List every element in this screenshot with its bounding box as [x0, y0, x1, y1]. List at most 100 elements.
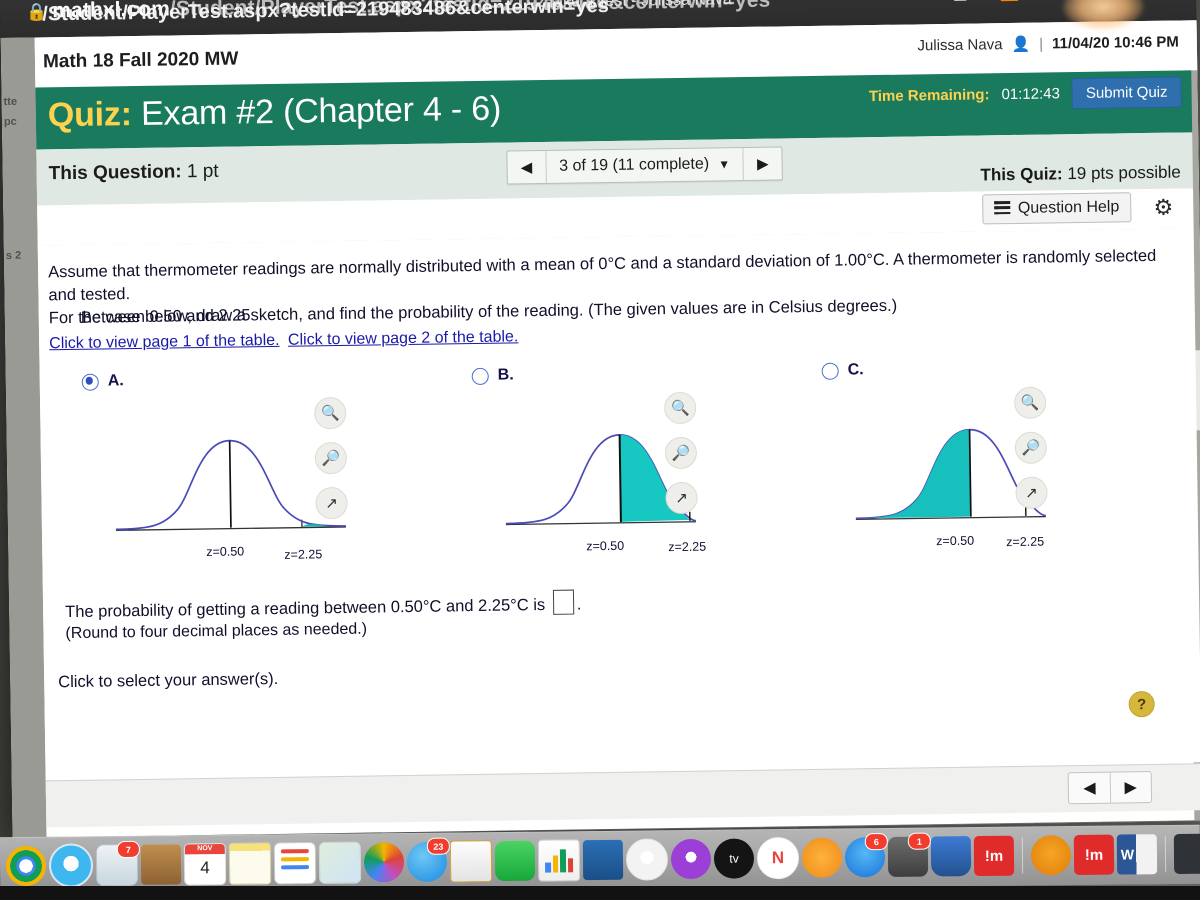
screen-bezel-bottom: [0, 886, 1200, 900]
appstore-icon[interactable]: 6: [844, 832, 888, 878]
photos-icon[interactable]: [363, 842, 405, 883]
mail-badge: 7: [116, 840, 140, 859]
choice-c-label: C.: [847, 361, 864, 379]
facetime-icon[interactable]: [494, 840, 536, 882]
zoom-in-icon[interactable]: 🔍: [314, 396, 347, 430]
messages-badge: 23: [426, 837, 450, 855]
contacts-icon[interactable]: [140, 844, 182, 885]
question-counter-label: 3 of 19 (11 complete): [559, 155, 710, 175]
person-icon: 👤: [1011, 35, 1031, 53]
zoom-in-icon[interactable]: 🔍: [1013, 386, 1047, 419]
answer-choices: A. z=0.50 z=2.25 🔍 🔎 ↗ B. z=0.50 z=2.25 …: [40, 356, 1199, 583]
chrome-icon[interactable]: [5, 845, 47, 887]
numbers-icon[interactable]: [537, 839, 581, 882]
timestamp: 11/04/20 10:46 PM: [1051, 33, 1179, 52]
appletv-icon[interactable]: tv: [713, 838, 755, 879]
appstore-badge: 6: [864, 832, 888, 851]
choice-c-tick-left: z=0.50: [936, 533, 975, 549]
behind-fragment-3: s 2: [5, 249, 22, 262]
quiz-title-prefix: Quiz:: [47, 95, 133, 135]
zoom-out-icon[interactable]: 🔎: [1014, 431, 1048, 464]
messages-icon[interactable]: 23: [406, 837, 450, 883]
question-selector-dropdown[interactable]: 3 of 19 (11 complete) ▼: [544, 147, 744, 183]
normal-curve-c: z=0.50 z=2.25: [844, 384, 1096, 549]
radio-choice-b[interactable]: [471, 367, 489, 385]
next-question-button[interactable]: ▶: [742, 147, 782, 180]
pager-next-button[interactable]: ▶: [1109, 772, 1152, 803]
quiz-points-info: This Quiz: 19 pts possible: [980, 163, 1181, 186]
zoom-out-icon[interactable]: 🔎: [664, 436, 698, 470]
behind-fragment-1: tte: [3, 95, 18, 108]
choice-b-row[interactable]: B.: [471, 362, 832, 385]
list-icon: [993, 201, 1010, 217]
choice-b-tick-right: z=2.25: [668, 539, 707, 555]
music-icon[interactable]: [625, 838, 669, 881]
mymathlab-icon[interactable]: !m: [973, 835, 1015, 877]
quiz-title-text: Exam #2 (Chapter 4 - 6): [140, 89, 502, 133]
choice-a-tick-left: z=0.50: [206, 544, 245, 560]
screenshot-root: FAL AP n Butto Student 🔒 mathxl.com/Stud…: [0, 0, 1200, 900]
choice-a-label: A.: [107, 372, 124, 390]
choice-c-row[interactable]: C.: [821, 357, 1182, 380]
choice-b: B. z=0.50 z=2.25 🔍 🔎 ↗: [471, 362, 832, 554]
quiz-title: Quiz: Exam #2 (Chapter 4 - 6): [48, 90, 502, 136]
view-table-page-2-link[interactable]: Click to view page 2 of the table.: [288, 328, 519, 348]
maps2-icon[interactable]: [1030, 835, 1072, 876]
question-help-button[interactable]: Question Help: [981, 192, 1132, 225]
wifi-icon[interactable]: 📶: [999, 0, 1019, 3]
shield-icon[interactable]: ▦: [953, 0, 968, 4]
pager-prev-button[interactable]: ◀: [1069, 773, 1110, 804]
choice-a-row[interactable]: A.: [81, 367, 442, 391]
word-icon[interactable]: W: [1116, 834, 1158, 875]
radio-choice-c[interactable]: [821, 362, 839, 380]
answer-statement-suffix: .: [576, 595, 582, 614]
gear-icon[interactable]: ⚙: [1153, 195, 1173, 221]
answer-statement: The probability of getting a reading bet…: [65, 589, 582, 622]
popout-icon[interactable]: ↗: [315, 486, 348, 520]
launchpad-icon[interactable]: [1173, 833, 1200, 874]
browser-page: tte pc s 2 C secu /Student/PlayerTest.as…: [0, 0, 1200, 838]
answer-input[interactable]: [552, 589, 574, 615]
this-question-label: This Question:: [48, 161, 182, 185]
quiz-points-value: 19 pts possible: [1067, 162, 1181, 184]
choice-b-tick-left: z=0.50: [586, 538, 625, 554]
this-question-value: 1 pt: [186, 160, 219, 183]
choice-a: A. z=0.50 z=2.25 🔍 🔎 ↗: [81, 367, 442, 562]
course-title: Math 18 Fall 2020 MW: [42, 48, 239, 73]
time-remaining-value: 01:12:43: [1001, 85, 1061, 104]
reminders-icon[interactable]: [273, 841, 317, 885]
keynote-icon[interactable]: [582, 839, 624, 881]
mail-icon[interactable]: 7: [95, 840, 140, 887]
zoom-in-icon[interactable]: 🔍: [663, 391, 697, 425]
submit-quiz-button[interactable]: Submit Quiz: [1071, 76, 1182, 110]
books-icon[interactable]: [801, 837, 843, 878]
question-line-1: Assume that thermometer readings are nor…: [48, 246, 1157, 305]
calendar-icon[interactable]: NOV 4: [183, 842, 227, 886]
mymathlab2-icon[interactable]: !m: [1073, 834, 1115, 876]
notes-icon[interactable]: [228, 842, 272, 885]
airplay-icon[interactable]: ⎕: [979, 0, 989, 2]
behind-fragment-2: pc: [3, 115, 17, 128]
view-table-page-1-link[interactable]: Click to view page 1 of the table.: [49, 332, 280, 352]
battery-percent: 76%: [1030, 0, 1060, 1]
popout-icon[interactable]: ↗: [665, 481, 698, 515]
help-badge-icon[interactable]: ?: [1128, 690, 1155, 718]
question-help-label: Question Help: [1017, 198, 1120, 217]
zoom-out-icon[interactable]: 🔎: [314, 441, 348, 475]
prev-question-button[interactable]: ◀: [507, 151, 545, 184]
graph-tools-b: 🔍 🔎 ↗: [663, 391, 698, 515]
maps-icon[interactable]: [318, 841, 362, 884]
safari-icon[interactable]: [48, 843, 94, 888]
pages-icon[interactable]: [449, 840, 493, 883]
graph-tools-c: 🔍 🔎 ↗: [1013, 386, 1048, 509]
radio-choice-a[interactable]: [81, 373, 99, 391]
security-icon[interactable]: [930, 836, 972, 877]
settings-icon[interactable]: 1: [887, 832, 931, 877]
news-icon[interactable]: N: [756, 836, 800, 880]
podcasts-icon[interactable]: [670, 838, 712, 880]
chevron-down-icon: ▼: [718, 157, 731, 172]
popout-icon[interactable]: ↗: [1015, 476, 1048, 509]
click-to-select-note: Click to select your answer(s).: [58, 669, 279, 692]
time-remaining-bar: Time Remaining: 01:12:43 Submit Quiz: [869, 76, 1182, 112]
choice-c: C. z=0.50 z=2.25 🔍 🔎 ↗: [821, 357, 1182, 549]
